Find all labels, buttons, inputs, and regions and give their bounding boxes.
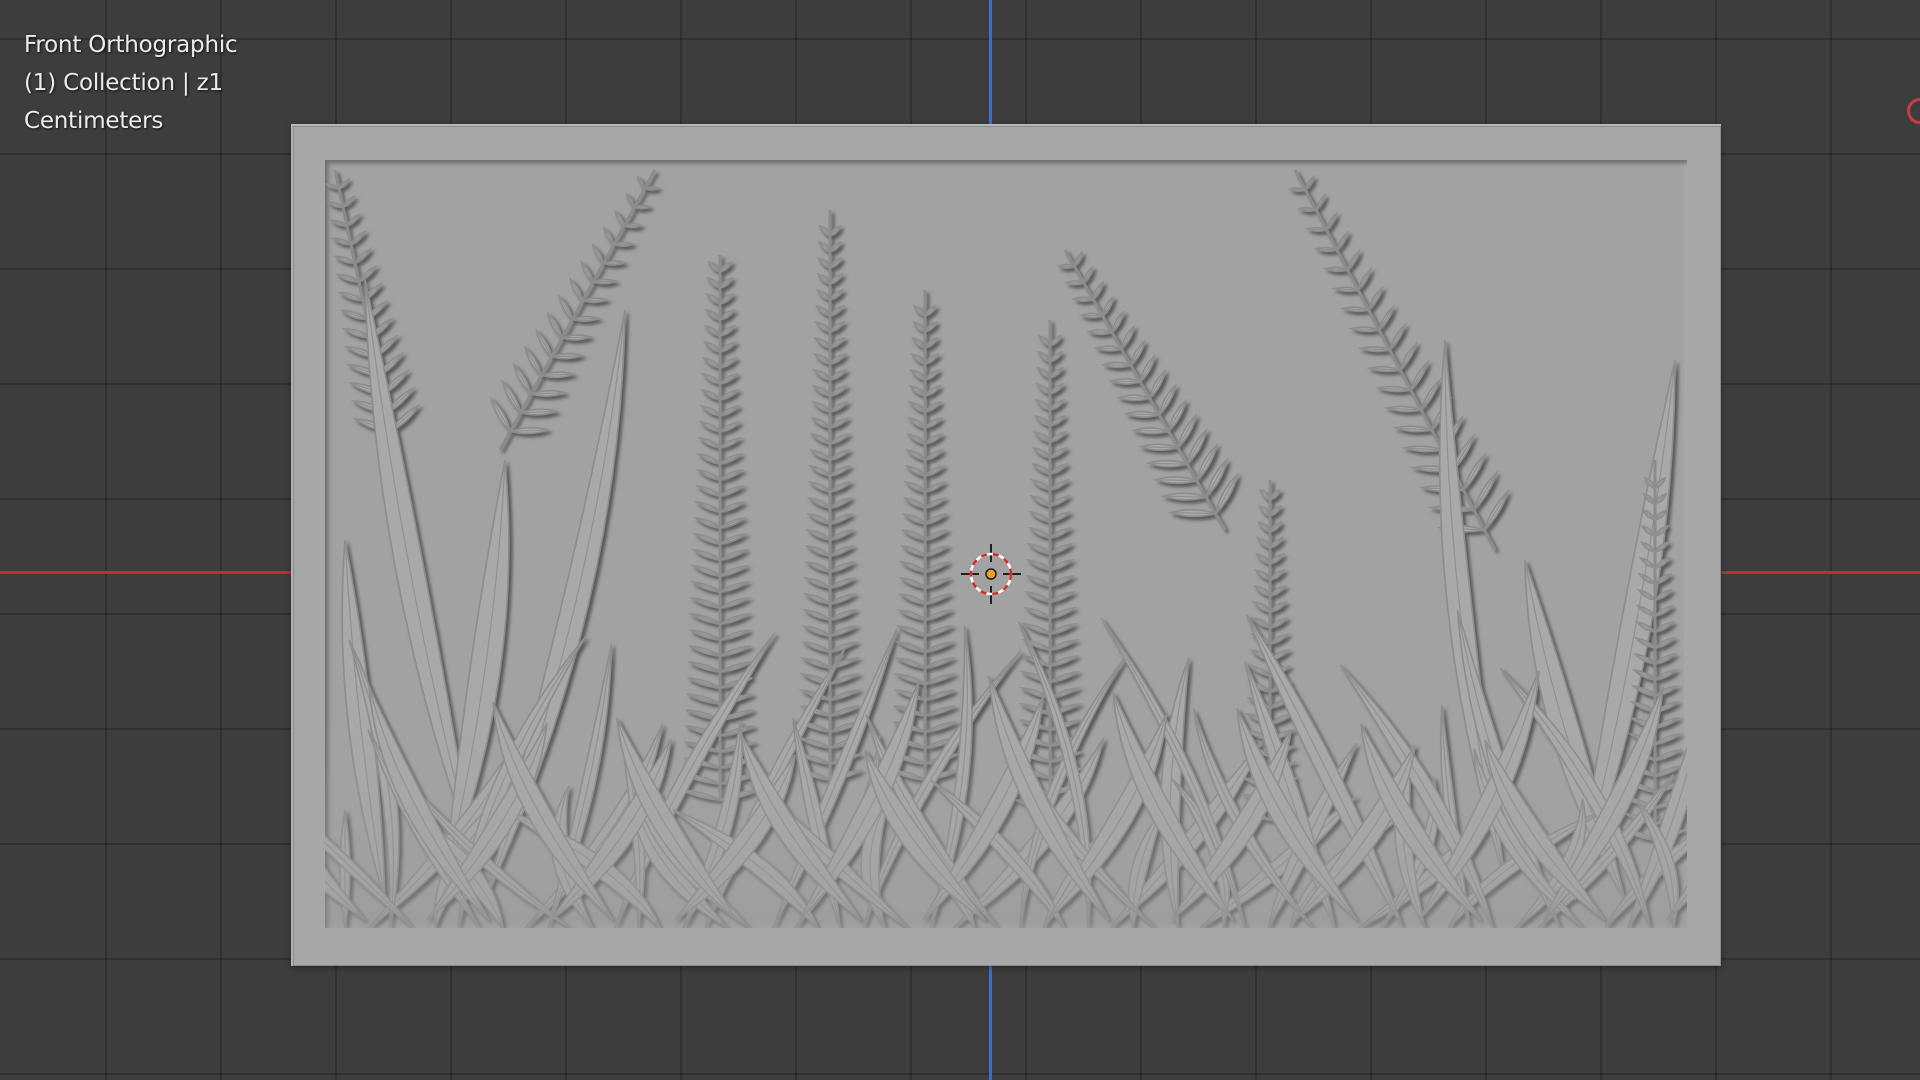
navigation-gizmo-icon[interactable] (1907, 98, 1920, 124)
viewport-info-overlay: Front Orthographic (1) Collection | z1 C… (24, 26, 238, 140)
3d-viewport[interactable]: Front Orthographic (1) Collection | z1 C… (0, 0, 1920, 1080)
units-label: Centimeters (24, 108, 164, 134)
object-origin-icon (985, 568, 997, 580)
3d-cursor-icon[interactable] (961, 544, 1021, 604)
collection-info-label: (1) Collection | z1 (24, 70, 223, 96)
view-name-label: Front Orthographic (24, 32, 238, 58)
